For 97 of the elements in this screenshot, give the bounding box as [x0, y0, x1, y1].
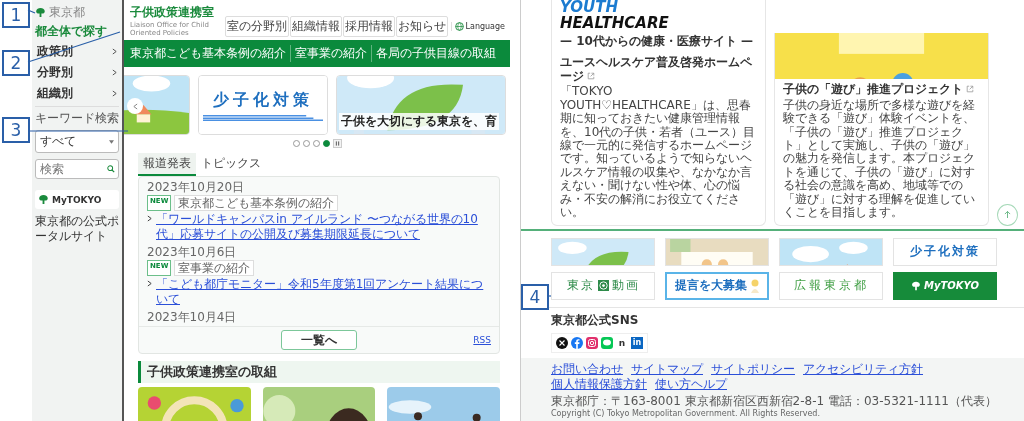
card-description: 子供の身近な場所で多様な遊びを経験できる「遊び」体験イベントを、「子供の「遊び」推進プロジェクト」として実施し、子供の「遊び」の魅力を発信します。本プロジェクトを通じて、子供の「遊び」に対する社会の意識を高め、地域等での「遊び」に対する理解を促進していくことを目指します。: [783, 98, 976, 220]
leaf-icon: [35, 7, 46, 18]
mytokyo-button[interactable]: MyTOKYO: [35, 190, 119, 209]
banner-text: 少子化対策: [910, 243, 980, 261]
callout-number: 3: [2, 117, 30, 143]
person-drawing: [749, 278, 760, 293]
leaf-icon: [911, 280, 922, 291]
site-title[interactable]: 子供政策連携室: [130, 4, 216, 21]
leaf-icon: [38, 194, 49, 205]
view-all-button[interactable]: 一覧へ: [281, 330, 357, 351]
nav-link[interactable]: 各局の子供目線の取組: [371, 45, 500, 63]
banner-title: 少子化対策: [213, 89, 313, 111]
play-icon: [597, 280, 609, 292]
category-tag: 東京都こども基本条例の紹介: [174, 195, 339, 212]
news-date: 2023年10月20日: [147, 180, 246, 195]
search-icon: [107, 165, 115, 173]
portal-description: 東京都の公式ポータルサイト: [35, 214, 119, 244]
chat-bubble-icon[interactable]: [601, 336, 613, 349]
chevron-icon: [112, 47, 117, 55]
banner-link[interactable]: MyTOKYO: [893, 271, 997, 300]
card-title[interactable]: ユースヘルスケア普及啓発ホームページ: [560, 54, 757, 84]
external-link-icon: [966, 85, 974, 94]
category-select[interactable]: すべて: [35, 130, 119, 153]
callout-number: 4: [521, 284, 549, 310]
address-text: 東京都庁：〒163-8001 東京都新宿区西新宿2-8-1 電話：03-5321-1111（代表）: [551, 393, 998, 408]
pause-icon: [334, 141, 340, 147]
footer-link[interactable]: サイトポリシー: [711, 361, 795, 377]
utility-link[interactable]: 採用情報: [342, 16, 395, 38]
chevron-icon: [147, 215, 152, 223]
slide-banner[interactable]: 少子化対策: [199, 76, 327, 135]
facebook-icon[interactable]: [571, 336, 583, 349]
footer-link[interactable]: 個人情報保護方針: [551, 376, 647, 392]
logo-text: YOUTH: [560, 0, 620, 16]
chevron-icon: [112, 89, 117, 97]
chevron-icon: [112, 68, 117, 76]
language-link[interactable]: Language: [450, 22, 505, 32]
carousel-dot[interactable]: [302, 140, 310, 148]
callout-number: 2: [2, 50, 30, 76]
menu-item[interactable]: 組織別: [35, 85, 119, 101]
menu-item[interactable]: 分野別: [35, 64, 119, 80]
copyright-text: Copyright (C) Tokyo Metropolitan Government. All Rights Reserved.: [551, 408, 821, 418]
rss-link[interactable]: RSS: [473, 335, 491, 346]
news-link[interactable]: 「ワールドキャンパスin アイルランド 〜つながる世界の10代」応募サイトの公開及び募集期限延長について: [156, 212, 491, 243]
carousel-dot[interactable]: [322, 140, 330, 148]
footer-link[interactable]: サイトマップ: [631, 361, 703, 377]
banner-text: 広報東京都: [793, 277, 869, 295]
utility-link[interactable]: 組織情報: [289, 16, 342, 38]
card-title[interactable]: 子供の「遊び」推進プロジェクト: [783, 82, 980, 97]
callout-number: 1: [2, 2, 30, 28]
nav-link[interactable]: 室事業の紹介: [290, 45, 371, 63]
pause-button[interactable]: [332, 139, 342, 149]
x-icon[interactable]: [556, 336, 568, 349]
news-tab[interactable]: トピックス: [196, 153, 266, 177]
logo-text[interactable]: 東京都: [49, 6, 85, 19]
banner-link[interactable]: 東京 動画: [551, 271, 655, 300]
sns-heading: 東京都公式SNS: [551, 311, 639, 329]
project-card[interactable]: YOUTH HEALTHCARE — 10代からの健康・医療サイト — ユースヘルスケア普及啓発ホームページ 「TOKYO YOUTH♡HEALTHCARE」は、思春期に知っておきたい健康管理情報を、10代の子供・若者（ユース）目線で一元的に発信するホームページです。知っているようで知らないヘルスケア情報の収集や、なかなか言えない・聞けない性や体、心の悩み・不安の解消にお役立てください。: [551, 0, 766, 226]
banner-link[interactable]: 広報東京都: [779, 271, 883, 300]
category-tag: 室事業の紹介: [174, 260, 255, 277]
back-to-top-button[interactable]: [997, 203, 1018, 226]
project-card[interactable]: 子供の「遊び」推進プロジェクト 子供の身近な場所で多様な遊びを経験できる「遊び」体験イベントを、「子供の「遊び」推進プロジェクト」として実施し、子供の「遊び」の魅力を発信します。本プロジェクトを通じて、子供の「遊び」に対する社会の意識を高め、地域等での「遊び」に対する理解を促進していくことを目指します。: [774, 33, 989, 226]
banner-text: MyTOKYO: [924, 280, 979, 292]
banner-link[interactable]: 少子化対策: [893, 237, 997, 266]
banner-text: 動画: [611, 277, 640, 295]
footer-link[interactable]: お問い合わせ: [551, 361, 623, 377]
external-link-icon: [587, 71, 595, 80]
footer-link[interactable]: 使い方ヘルプ: [655, 376, 727, 392]
linkedin-link[interactable]: in: [631, 336, 643, 349]
news-tab[interactable]: 報道発表: [138, 153, 196, 177]
note-link[interactable]: n: [616, 337, 628, 348]
leader-line: [27, 9, 36, 14]
carousel-dot[interactable]: [312, 140, 320, 148]
carousel-dot[interactable]: [292, 140, 300, 148]
slide-caption: 子供を大切にする東京を、育: [339, 113, 499, 131]
banner-text: 東京: [566, 277, 595, 295]
search-all-link[interactable]: 都全体で探す: [35, 24, 119, 38]
news-link[interactable]: 「こども都庁モニター」令和5年度第1回アンケート結果について: [156, 277, 491, 308]
chevron-left-icon: [132, 102, 138, 110]
logo-tagline: — 10代からの健康・医療サイト —: [560, 32, 755, 50]
banner-link[interactable]: 提言を大募集: [665, 271, 769, 300]
news-date: 2023年10月4日: [147, 310, 238, 325]
caret-icon: [109, 139, 114, 144]
search-field[interactable]: 検索: [35, 159, 119, 179]
instagram-icon[interactable]: [586, 336, 598, 349]
news-date: 2023年10月6日: [147, 245, 238, 260]
banner-text: 提言を大募集: [674, 277, 747, 295]
globe-icon: [454, 22, 464, 32]
logo-text: HEALTHCARE: [560, 15, 670, 32]
utility-link[interactable]: お知らせ: [395, 16, 448, 38]
section-heading: 子供政策連携室の取組: [138, 361, 500, 384]
footer-link[interactable]: アクセシビリティ方針: [803, 361, 923, 377]
chevron-icon: [147, 280, 152, 288]
keyword-label: キーワード検索: [35, 106, 119, 125]
nav-link[interactable]: 東京都こども基本条例の紹介: [126, 45, 290, 63]
card-description: 「TOKYO YOUTH♡HEALTHCARE」は、思春期に知っておきたい健康管理情報を、10代の子供・若者（ユース）目線で一元的に発信するホームページです。知っているようで知らないヘルスケア情報の収集や、なかなか言えない・聞けない性や体、心の悩み・不安の解消にお役立てください。: [560, 85, 757, 220]
utility-link[interactable]: 室の分野別: [224, 16, 289, 38]
arrow-up-icon: [1004, 210, 1011, 220]
